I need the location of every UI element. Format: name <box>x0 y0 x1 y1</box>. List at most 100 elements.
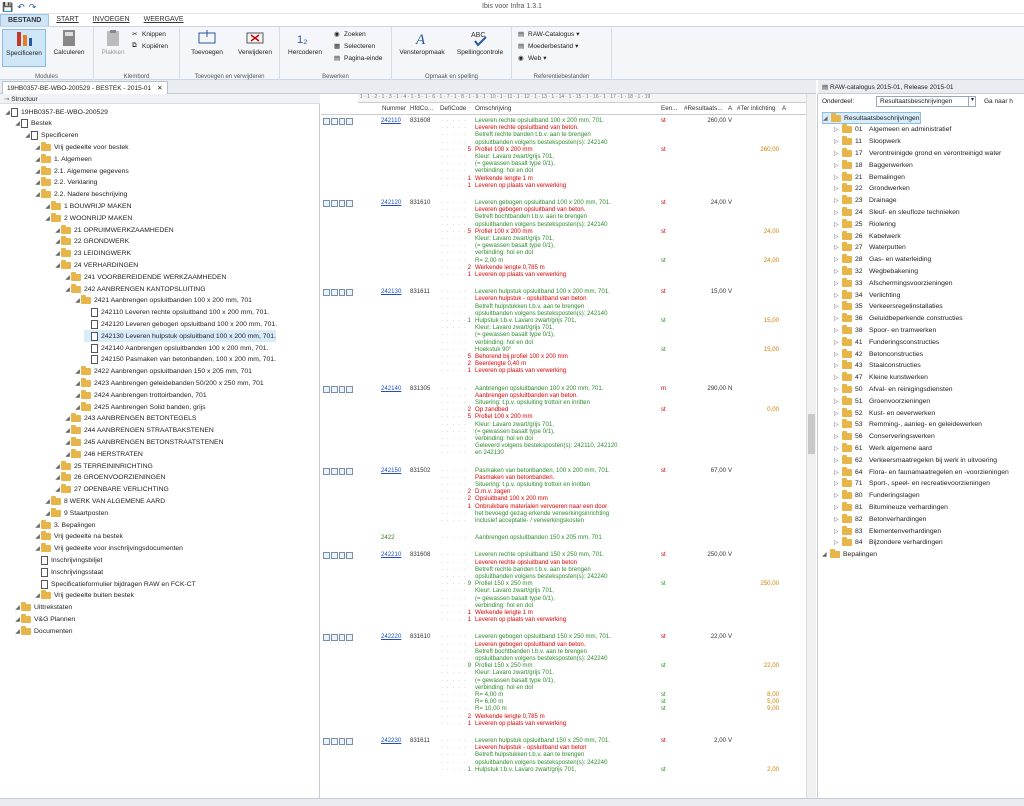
tab-weergave[interactable]: WEERGAVE <box>137 14 191 26</box>
catalog-node[interactable]: ▷ 38 Spoor- en tramwerken <box>834 324 936 336</box>
tree-node[interactable]: ◢ 3. Bepalingen <box>34 519 96 531</box>
hercoderen-button[interactable]: 1₂ Hercoderen <box>284 29 326 57</box>
tab-invoegen[interactable]: INVOEGEN <box>86 14 137 26</box>
tree-node[interactable]: ◢ 22 GRONDWERK <box>54 236 129 248</box>
catalog-node[interactable]: ▷ 01 Algemeen en administratief <box>834 124 951 136</box>
description-line[interactable]: Geleverd volgens besteksposten(s): 24211… <box>475 442 663 449</box>
edit-icon[interactable] <box>338 200 346 207</box>
description-line[interactable]: Leveren op plaats van verwerking <box>475 182 663 189</box>
tree-node[interactable]: ◢ Vrij gedeelte na bestek <box>34 531 123 543</box>
catalog-node[interactable]: ▷ 41 Funderingsconstructies <box>834 336 939 348</box>
expander-icon[interactable]: ◢ <box>54 238 61 245</box>
description-line[interactable]: Opsluitband 100 x 200 mm <box>475 495 663 502</box>
description-line[interactable]: Leveren hulpstuk - opsluitband van beton <box>475 295 663 302</box>
description-line[interactable]: Profiel 150 x 250 mm <box>475 662 663 669</box>
tree-node[interactable]: ◢ Vrij gedeelte buiten bestek <box>34 590 134 602</box>
expander-icon[interactable]: ◢ <box>74 297 81 304</box>
description-line[interactable]: Leveren hulpstuk opsluitband 100 x 200 m… <box>475 288 663 295</box>
description-line[interactable]: Kleur: Lavaro zwart/grijs 701, <box>475 153 663 160</box>
description-line[interactable]: het bevoegd gezag erkende verwerkingsinr… <box>475 510 663 517</box>
expander-icon[interactable]: ◢ <box>54 463 61 470</box>
tree-node[interactable]: ◢ 1. Algemeen <box>34 153 92 165</box>
expander-icon[interactable]: ◢ <box>34 545 41 552</box>
tree-node[interactable]: ◢ Vrij gedeelte voor bestek <box>34 141 129 153</box>
expander-icon[interactable]: ◢ <box>54 474 61 481</box>
expander-icon[interactable]: ▷ <box>834 362 842 369</box>
note-icon[interactable] <box>346 738 353 745</box>
note-icon[interactable] <box>346 200 353 207</box>
description-line[interactable]: opsluitbanden volgens besteksposten(s): … <box>475 221 663 228</box>
description-line[interactable]: R= 4,00 m <box>475 691 663 698</box>
col-deficode[interactable]: DefiCode <box>440 105 466 112</box>
catalog-node[interactable]: ▷ 33 Afschermingsvoorzieningen <box>834 277 953 289</box>
grid-row[interactable]: 242210 831608st 250,00 V · · · · · Leveren re… <box>321 551 815 633</box>
expander-icon[interactable]: ◢ <box>14 120 21 127</box>
expander-icon[interactable]: ▷ <box>834 386 842 393</box>
catalog-node[interactable]: ▷ 22 Grondwerken <box>834 183 910 195</box>
tree-node[interactable]: ◢ 8 WERK VAN ALGEMENE AARD <box>44 495 165 507</box>
description-line[interactable]: verbinding: hol en dol <box>475 249 663 256</box>
description-line[interactable]: Aanbrengen opsluitbanden van beton. <box>475 392 663 399</box>
description-line[interactable]: Kleur: Lavaro zwart/grijs 701, <box>475 421 663 428</box>
tree-node[interactable]: ◢ 242 AANBRENGEN KANTOPSLUITING <box>64 283 206 295</box>
tree-node[interactable]: ◢ 2423 Aanbrengen geleidebanden 50/200 x … <box>74 377 264 389</box>
description-line[interactable]: verbinding: hol en dol <box>475 339 663 346</box>
description-line[interactable]: (= gewassen basalt type 0/1), <box>475 160 663 167</box>
tree-node[interactable]: ◢ V&G Plannen <box>14 613 75 625</box>
expander-icon[interactable]: ◢ <box>34 179 41 186</box>
expander-icon[interactable]: ◢ <box>64 415 71 422</box>
expander-icon[interactable]: ▷ <box>834 433 842 440</box>
expander-icon[interactable]: ◢ <box>14 628 21 635</box>
expander-icon[interactable]: ◢ <box>34 156 41 163</box>
row-number[interactable]: 242230 <box>381 737 401 744</box>
description-line[interactable]: D.m.v. zagen <box>475 488 663 495</box>
help-icon[interactable] <box>330 552 338 560</box>
tree-node[interactable]: ◢ 26 GROENVOORZIENINGEN <box>54 472 165 484</box>
description-line[interactable]: inclusief acceptatie- / verwerkingskoste… <box>475 517 663 524</box>
expander-icon[interactable]: ◢ <box>54 486 61 493</box>
row-number[interactable]: 242130 <box>381 288 401 295</box>
tree-node[interactable]: ◢ 23 LEIDINGWERK <box>54 248 131 260</box>
tab-start[interactable]: START <box>49 14 85 26</box>
pagina-einde-button[interactable]: ▤ Pagina-einde <box>334 54 382 63</box>
description-line[interactable]: Profiel 150 x 250 mm <box>475 580 663 587</box>
expander-icon[interactable]: ▷ <box>834 138 842 145</box>
collapse-icon[interactable] <box>323 200 330 207</box>
description-line[interactable]: Profiel 100 x 200 mm <box>475 413 663 420</box>
description-line[interactable]: opsluitbanden volgens besteksposten(s): … <box>475 573 663 580</box>
tree-node[interactable]: ◢ 241 VOORBEREIDENDE WERKZAAMHEDEN <box>64 271 226 283</box>
expander-icon[interactable]: ▷ <box>834 303 842 310</box>
plakken-button[interactable]: Plakken <box>98 29 128 57</box>
description-line[interactable]: (= gewassen basalt type 0/1), <box>475 331 663 338</box>
row-number[interactable]: 242210 <box>381 551 401 558</box>
description-line[interactable]: Leveren rechte opsluitband 150 x 250 mm,… <box>475 551 663 558</box>
catalog-node[interactable]: ▷ 56 Conserveringswerken <box>834 431 935 443</box>
description-line[interactable]: Betreft hulpstukken t.b.v. aan te brenge… <box>475 751 663 758</box>
collapse-icon[interactable] <box>323 118 330 125</box>
moederbestand-button[interactable]: ▤ Moederbestand ▾ <box>518 42 578 51</box>
description-line[interactable]: Betreft bochtbanden t.b.v. aan te brenge… <box>475 213 663 220</box>
expander-icon[interactable]: ◢ <box>14 616 21 623</box>
catalog-node[interactable]: ▷ 26 Kabelwerk <box>834 230 901 242</box>
note-icon[interactable] <box>346 634 353 642</box>
col-ter-inlichting[interactable]: #Ter inlichting <box>737 105 776 112</box>
expander-icon[interactable]: ◢ <box>14 604 21 611</box>
description-line[interactable]: Leveren rechte opsluitband 100 x 200 mm,… <box>475 117 663 124</box>
col-eenheid[interactable]: Een... <box>661 105 677 112</box>
edit-icon[interactable] <box>338 634 346 642</box>
description-line[interactable]: Kleur: Lavaro zwart/grijs 701, <box>475 587 663 594</box>
description-line[interactable]: Leveren rechte opsluitband van beton. <box>475 124 663 131</box>
description-line[interactable]: (= gewassen basalt type 0/1), <box>475 677 663 684</box>
expander-icon[interactable]: ▷ <box>834 327 842 334</box>
expander-icon[interactable]: ◢ <box>54 262 61 269</box>
edit-icon[interactable] <box>338 738 346 745</box>
expander-icon[interactable]: ▷ <box>834 174 842 181</box>
description-line[interactable]: verbinding: hol en dol <box>475 167 663 174</box>
expander-icon[interactable]: ▷ <box>834 398 842 405</box>
col-a2[interactable]: A <box>782 105 786 112</box>
catalog-node[interactable]: ▷ 17 Verontreinigde grond en verontreinigd… <box>834 147 1001 159</box>
description-line[interactable]: (= gewassen basalt type 0/1), <box>475 428 663 435</box>
expander-icon[interactable]: ◢ <box>822 551 830 558</box>
description-line[interactable]: Profiel 100 x 200 mm <box>475 146 663 153</box>
tree-node[interactable]: ◢ 2 WOONRIJP MAKEN <box>44 212 132 224</box>
